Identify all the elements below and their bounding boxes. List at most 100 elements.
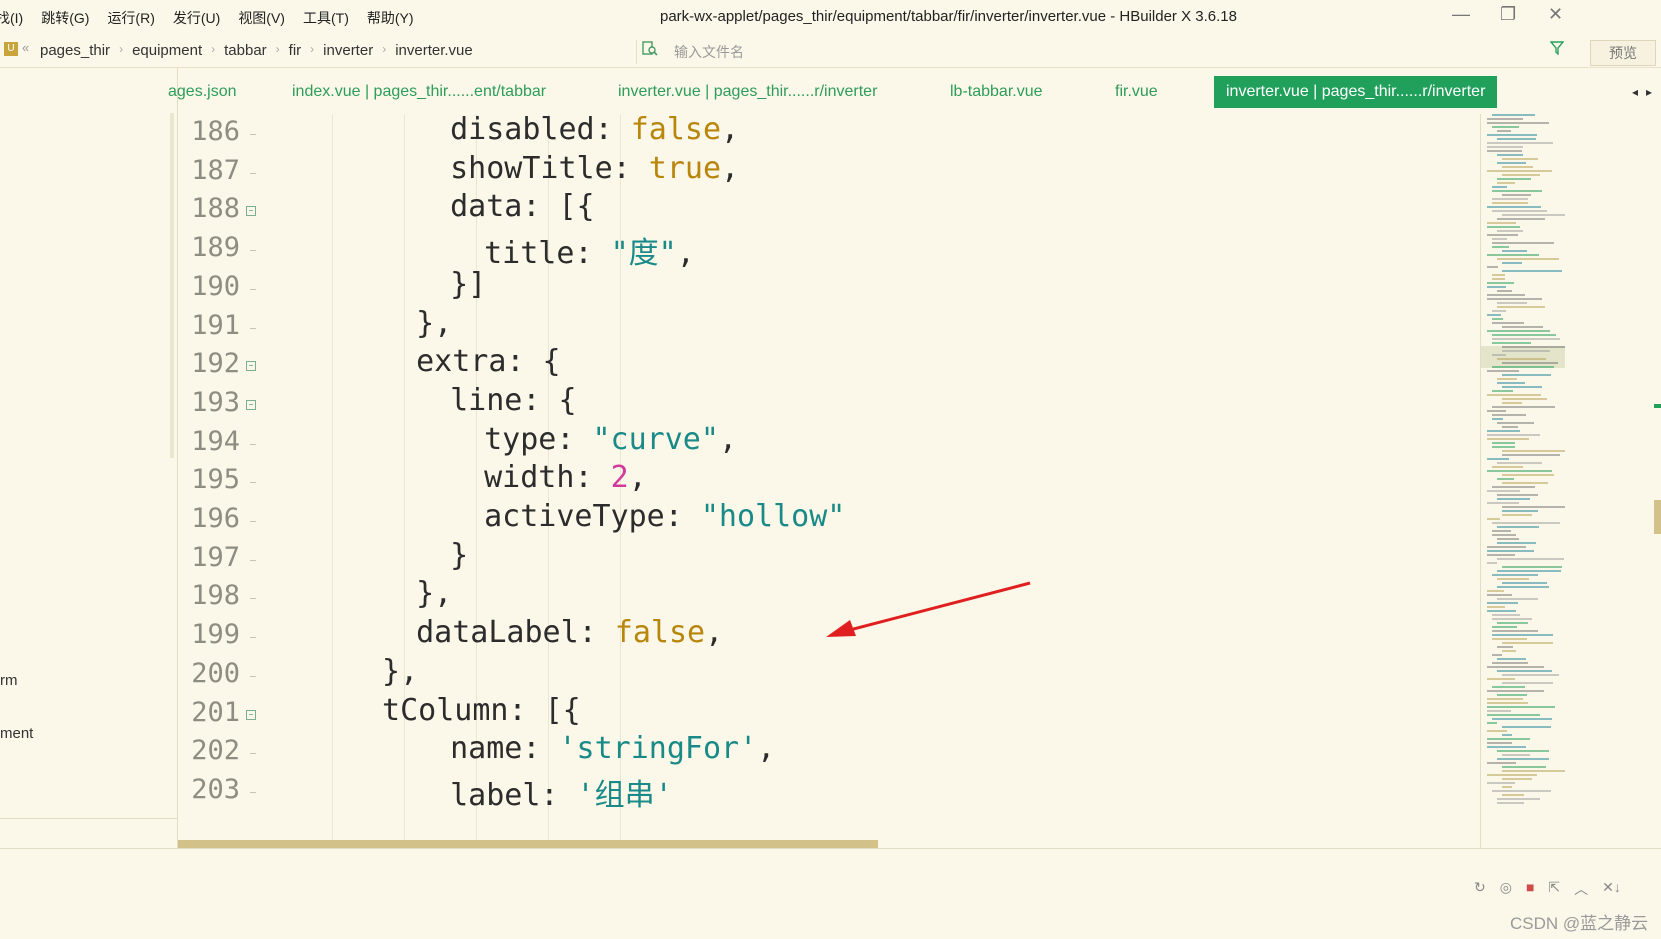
minimap-line xyxy=(1497,378,1517,380)
open-external-icon[interactable]: ⇱ xyxy=(1548,879,1560,899)
tab-prev-icon[interactable]: ◂ xyxy=(1632,85,1638,99)
fold-guide xyxy=(250,134,256,135)
fold-toggle-icon[interactable]: − xyxy=(246,709,256,720)
tab-index-vue[interactable]: index.vue | pages_thir......ent/tabbar xyxy=(292,76,546,108)
tab-inverter-vue[interactable]: inverter.vue | pages_thir......r/inverte… xyxy=(618,76,877,108)
minimap-line xyxy=(1497,578,1529,580)
code-line[interactable]: } xyxy=(450,538,468,573)
menu-publish[interactable]: 发行(U) xyxy=(173,8,220,28)
menu-bar: 找(I) 跳转(G) 运行(R) 发行(U) 视图(V) 工具(T) 帮助(Y) xyxy=(0,8,432,28)
code-key: type xyxy=(484,421,557,457)
preview-button[interactable]: 预览 xyxy=(1590,40,1656,66)
file-search-input[interactable] xyxy=(672,41,1236,63)
refresh-icon[interactable]: ↻ xyxy=(1474,879,1486,899)
restore-icon[interactable]: ❐ xyxy=(1500,4,1516,25)
code-line[interactable]: showTitle: true, xyxy=(450,151,739,186)
breadcrumb-item[interactable]: inverter.vue xyxy=(395,42,473,59)
code-line[interactable]: tColumn: [{ xyxy=(382,693,581,728)
minimap-line xyxy=(1487,234,1518,236)
tab-inverter-vue-active[interactable]: inverter.vue | pages_thir......r/inverte… xyxy=(1214,76,1498,108)
code-line[interactable]: type: "curve", xyxy=(484,422,737,457)
code-line[interactable]: }, xyxy=(382,654,418,689)
code-value: false xyxy=(614,615,706,651)
menu-goto[interactable]: 跳转(G) xyxy=(41,8,89,28)
minimap-line xyxy=(1497,538,1519,540)
horizontal-scrollbar[interactable] xyxy=(178,840,878,848)
menu-tools[interactable]: 工具(T) xyxy=(303,8,349,28)
breadcrumb-item[interactable]: pages_thir xyxy=(40,42,110,59)
fold-toggle-icon[interactable]: − xyxy=(246,399,256,410)
tab-next-icon[interactable]: ▸ xyxy=(1646,85,1652,99)
minimap-line xyxy=(1492,242,1554,244)
funnel-icon[interactable] xyxy=(1549,41,1565,59)
tree-item[interactable]: rm xyxy=(0,672,18,689)
tab-lb-tabbar-vue[interactable]: lb-tabbar.vue xyxy=(950,76,1043,108)
code-line[interactable]: activeType: "hollow" xyxy=(484,499,845,534)
code-line[interactable]: dataLabel: false, xyxy=(416,615,723,650)
target-icon[interactable]: ◎ xyxy=(1500,879,1512,899)
minimap-line xyxy=(1487,146,1523,148)
code-line[interactable]: disabled: false, xyxy=(450,114,739,147)
minimap-line xyxy=(1502,454,1560,456)
minimize-icon[interactable]: — xyxy=(1452,4,1470,25)
tree-item[interactable]: ment xyxy=(0,725,33,742)
vertical-scrollbar[interactable] xyxy=(1654,500,1661,534)
breadcrumb-item[interactable]: equipment xyxy=(132,42,202,59)
minimap-line xyxy=(1502,474,1554,476)
minimap-line xyxy=(1492,638,1527,640)
fold-guide xyxy=(250,598,256,600)
tab-pages-json[interactable]: ages.json xyxy=(168,76,237,108)
minimap-line xyxy=(1502,566,1562,568)
menu-find[interactable]: 找(I) xyxy=(0,8,23,28)
minimap-line xyxy=(1497,358,1546,360)
chevron-left-icon[interactable]: « xyxy=(22,40,29,55)
minimap-line xyxy=(1487,470,1552,472)
code-line[interactable]: }, xyxy=(416,306,452,341)
minimap-line xyxy=(1502,166,1533,168)
menu-run[interactable]: 运行(R) xyxy=(107,8,154,28)
minimap-line xyxy=(1487,742,1512,744)
tab-fir-vue[interactable]: fir.vue xyxy=(1115,76,1158,108)
minimap-line xyxy=(1502,582,1547,584)
code-line[interactable]: }, xyxy=(416,576,452,611)
line-number: 188 xyxy=(191,193,240,225)
divider xyxy=(0,67,1661,68)
code-line[interactable]: name: 'stringFor', xyxy=(450,731,775,766)
code-punct: : xyxy=(522,189,559,225)
scrollbar[interactable] xyxy=(170,113,174,458)
breadcrumb-item[interactable]: inverter xyxy=(323,42,373,59)
chevron-right-icon: › xyxy=(275,42,280,56)
menu-help[interactable]: 帮助(Y) xyxy=(367,8,414,28)
minimap-line xyxy=(1487,410,1506,412)
project-icon[interactable]: U xyxy=(4,42,18,56)
minimap-line xyxy=(1497,802,1524,804)
code-value: "hollow" xyxy=(700,499,846,534)
code-line[interactable]: line: { xyxy=(450,383,576,418)
chevron-right-icon: › xyxy=(310,42,315,56)
code-key: showTitle xyxy=(450,150,613,186)
minimap-line xyxy=(1487,266,1498,268)
minimap[interactable] xyxy=(1480,114,1565,848)
code-line[interactable]: title: "度", xyxy=(484,228,695,272)
menu-view[interactable]: 视图(V) xyxy=(238,8,285,28)
code-line[interactable]: data: [{ xyxy=(450,189,595,224)
chevron-up-icon[interactable]: ︿ xyxy=(1574,879,1588,899)
minimap-line xyxy=(1492,534,1516,536)
fold-toggle-icon[interactable]: − xyxy=(246,361,256,372)
minimap-line xyxy=(1492,530,1511,532)
code-line[interactable]: }] xyxy=(450,267,486,302)
stop-icon[interactable]: ■ xyxy=(1526,879,1534,899)
code-punct: : xyxy=(540,777,577,813)
close-icon[interactable]: ✕ xyxy=(1548,4,1563,25)
minimap-line xyxy=(1487,550,1534,552)
code-line[interactable]: width: 2, xyxy=(484,460,647,495)
code-line[interactable]: label: '组串' xyxy=(450,770,673,814)
breadcrumb-item[interactable]: tabbar xyxy=(224,42,267,59)
code-editor[interactable]: 186 187 188−189 190 191 192−193−194 195 196 197 1… xyxy=(178,114,1568,848)
code-value: '组串' xyxy=(576,777,673,813)
fold-toggle-icon[interactable]: − xyxy=(246,206,256,217)
breadcrumb-item[interactable]: fir xyxy=(289,42,302,59)
close-panel-icon[interactable]: ✕↓ xyxy=(1602,879,1621,899)
code-line[interactable]: extra: { xyxy=(416,344,561,379)
minimap-line xyxy=(1492,574,1538,576)
